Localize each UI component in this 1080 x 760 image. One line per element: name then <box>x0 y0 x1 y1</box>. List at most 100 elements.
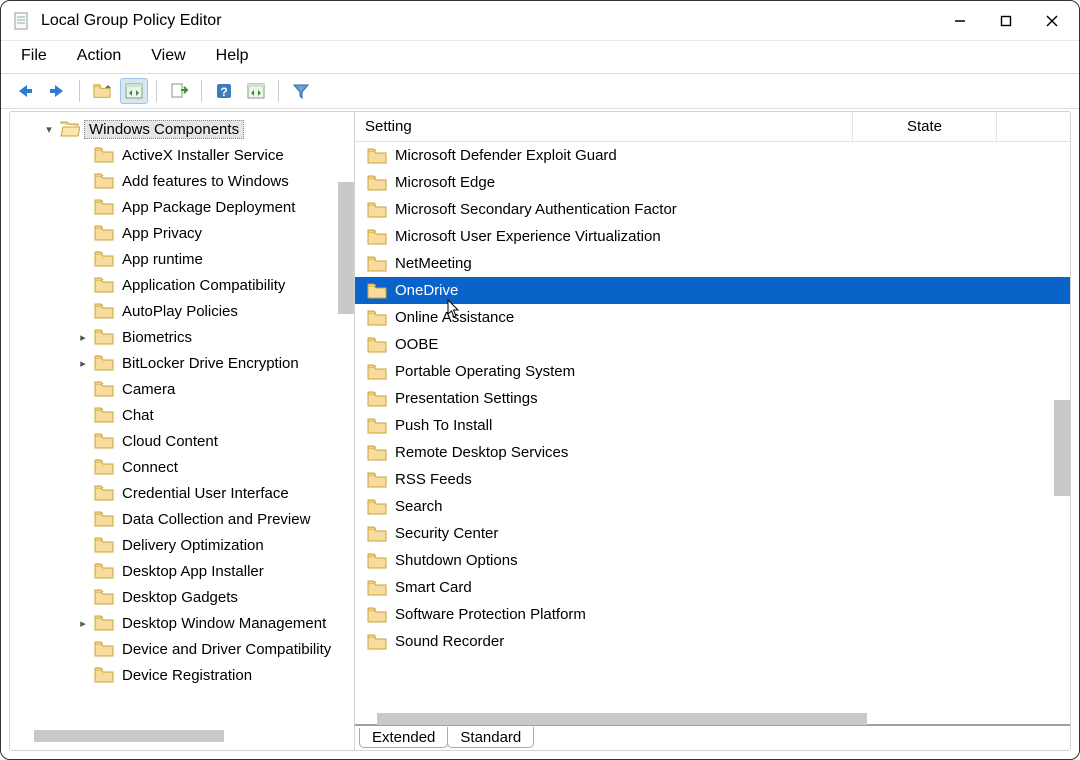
list-row[interactable]: Shutdown Options <box>355 547 1070 574</box>
list-row[interactable]: Software Protection Platform <box>355 601 1070 628</box>
tree-item[interactable]: Device Registration <box>10 662 354 688</box>
tree-item-label: App Package Deployment <box>118 199 299 216</box>
tree-scroll[interactable]: ▾ Windows Components ActiveX Installer S… <box>10 112 354 728</box>
split-view: ▾ Windows Components ActiveX Installer S… <box>9 111 1071 751</box>
list-row[interactable]: OOBE <box>355 331 1070 358</box>
list-item-label: OneDrive <box>391 282 458 299</box>
scrollbar-thumb[interactable] <box>34 730 224 742</box>
tree-item[interactable]: ActiveX Installer Service <box>10 142 354 168</box>
column-header-setting[interactable]: Setting <box>355 112 853 141</box>
list-item-label: Microsoft Defender Exploit Guard <box>391 147 617 164</box>
tree-item-label: Data Collection and Preview <box>118 511 314 528</box>
chevron-down-icon[interactable]: ▾ <box>42 123 56 136</box>
list-item-label: Presentation Settings <box>391 390 538 407</box>
list-scroll[interactable]: Microsoft Defender Exploit Guard Microsof… <box>355 142 1070 712</box>
tree-item[interactable]: ▸ BitLocker Drive Encryption <box>10 350 354 376</box>
show-hide-action-pane-button[interactable] <box>242 78 270 104</box>
tree-item[interactable]: App runtime <box>10 246 354 272</box>
tree-item[interactable]: Data Collection and Preview <box>10 506 354 532</box>
tree-item[interactable]: Cloud Content <box>10 428 354 454</box>
list-vertical-scrollbar-thumb[interactable] <box>1054 400 1070 496</box>
minimize-button[interactable] <box>937 1 983 41</box>
tree-item[interactable]: Chat <box>10 402 354 428</box>
tree-item[interactable]: App Package Deployment <box>10 194 354 220</box>
folder-icon <box>367 337 387 353</box>
list-row[interactable]: Microsoft Defender Exploit Guard <box>355 142 1070 169</box>
menu-action[interactable]: Action <box>73 45 125 67</box>
filter-button[interactable] <box>287 78 315 104</box>
folder-icon <box>94 303 114 319</box>
tree-item[interactable]: Add features to Windows <box>10 168 354 194</box>
tab-extended[interactable]: Extended <box>359 728 448 748</box>
list-row[interactable]: RSS Feeds <box>355 466 1070 493</box>
open-folder-icon <box>60 121 80 137</box>
tree-item[interactable]: Application Compatibility <box>10 272 354 298</box>
tree-item[interactable]: ▸Biometrics <box>10 324 354 350</box>
tree-item[interactable]: Connect <box>10 454 354 480</box>
close-button[interactable] <box>1029 1 1075 41</box>
tree-item[interactable]: ▸Desktop Window Management <box>10 610 354 636</box>
folder-icon <box>94 485 114 501</box>
list-row[interactable]: Remote Desktop Services <box>355 439 1070 466</box>
tab-standard[interactable]: Standard <box>447 726 534 748</box>
folder-icon <box>94 251 114 267</box>
list-row[interactable]: Microsoft Secondary Authentication Facto… <box>355 196 1070 223</box>
list-row[interactable]: Portable Operating System <box>355 358 1070 385</box>
chevron-right-icon[interactable]: ▸ <box>76 331 90 344</box>
list-row[interactable]: Microsoft User Experience Virtualization <box>355 223 1070 250</box>
list-row[interactable]: Sound Recorder <box>355 628 1070 655</box>
tree-root-windows-components[interactable]: ▾ Windows Components <box>10 116 354 142</box>
menu-file[interactable]: File <box>17 45 51 67</box>
help-button[interactable]: ? <box>210 78 238 104</box>
tree-item-label: Chat <box>118 407 158 424</box>
menu-view[interactable]: View <box>147 45 189 67</box>
chevron-right-icon[interactable]: ▸ <box>76 617 90 630</box>
list-row[interactable]: NetMeeting <box>355 250 1070 277</box>
titlebar: Local Group Policy Editor <box>1 1 1079 41</box>
folder-icon <box>367 580 387 596</box>
show-hide-console-tree-button[interactable] <box>120 78 148 104</box>
tree-item-label: Delivery Optimization <box>118 537 268 554</box>
tree-item[interactable]: Desktop Gadgets <box>10 584 354 610</box>
folder-icon <box>94 667 114 683</box>
column-header-state[interactable]: State <box>853 112 997 141</box>
tree-item[interactable]: Credential User Interface <box>10 480 354 506</box>
tree-item-label: Add features to Windows <box>118 173 293 190</box>
toolbar-separator <box>278 80 279 102</box>
tree-item[interactable]: Device and Driver Compatibility <box>10 636 354 662</box>
list-row[interactable]: Smart Card <box>355 574 1070 601</box>
back-button[interactable] <box>11 78 39 104</box>
list-item-label: Portable Operating System <box>391 363 575 380</box>
tree-item[interactable]: AutoPlay Policies <box>10 298 354 324</box>
list-row[interactable]: Presentation Settings <box>355 385 1070 412</box>
list-horizontal-scrollbar[interactable] <box>377 712 1070 726</box>
maximize-button[interactable] <box>983 1 1029 41</box>
tree-vertical-scrollbar-thumb[interactable] <box>338 182 354 314</box>
list-row[interactable]: Push To Install <box>355 412 1070 439</box>
list-row[interactable]: Online Assistance <box>355 304 1070 331</box>
tree-item-label: Cloud Content <box>118 433 222 450</box>
tree-horizontal-scrollbar[interactable] <box>14 730 350 746</box>
scrollbar-thumb[interactable] <box>377 713 867 725</box>
tree-pane: ▾ Windows Components ActiveX Installer S… <box>10 112 355 750</box>
list-item-label: RSS Feeds <box>391 471 472 488</box>
up-one-level-button[interactable] <box>88 78 116 104</box>
menu-help[interactable]: Help <box>212 45 253 67</box>
tree-item-label: BitLocker Drive Encryption <box>118 355 303 372</box>
list-row[interactable]: OneDrive <box>355 277 1070 304</box>
chevron-right-icon[interactable]: ▸ <box>76 357 90 370</box>
list-row[interactable]: Search <box>355 493 1070 520</box>
folder-icon <box>94 355 114 371</box>
list-row[interactable]: Microsoft Edge <box>355 169 1070 196</box>
app-icon <box>13 12 31 30</box>
tree-item[interactable]: Desktop App Installer <box>10 558 354 584</box>
tree-item[interactable]: App Privacy <box>10 220 354 246</box>
folder-icon <box>94 589 114 605</box>
folder-icon <box>94 277 114 293</box>
tree-item[interactable]: Delivery Optimization <box>10 532 354 558</box>
export-list-button[interactable] <box>165 78 193 104</box>
tree-item-label: App Privacy <box>118 225 206 242</box>
forward-button[interactable] <box>43 78 71 104</box>
tree-item[interactable]: Camera <box>10 376 354 402</box>
list-row[interactable]: Security Center <box>355 520 1070 547</box>
